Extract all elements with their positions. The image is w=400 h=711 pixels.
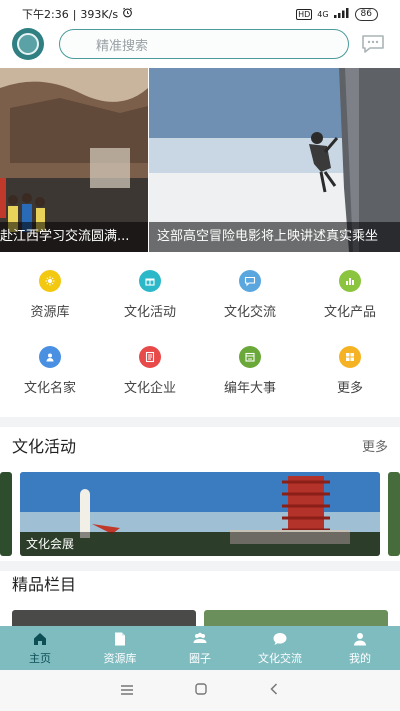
tab-label: 资源库	[103, 651, 137, 665]
tab-label: 圈子	[189, 651, 211, 665]
category-label: 文化企业	[123, 381, 176, 396]
category-cultural-activities[interactable]: 文化活动	[100, 262, 200, 338]
alarm-icon	[122, 7, 133, 21]
document-icon	[139, 346, 161, 368]
category-cultural-exchange[interactable]: 文化交流	[200, 262, 300, 338]
activity-section-header: 文化活动 更多	[0, 428, 400, 462]
org-logo-icon[interactable]	[12, 28, 44, 60]
network-type: 4G	[317, 9, 329, 19]
folder-icon	[39, 270, 61, 292]
category-grid: 资源库 文化活动 文化交流 文化产品 文化名家 文化企业 编年大事 更多	[0, 262, 400, 412]
featured-section-header: 精品栏目	[0, 566, 400, 600]
chat-icon	[239, 270, 261, 292]
activity-carousel[interactable]: 文化会展	[0, 472, 400, 556]
tab-label: 我的	[349, 651, 371, 665]
tab-mine[interactable]: 我的	[320, 626, 400, 670]
home-icon	[34, 632, 46, 645]
gift-icon	[139, 270, 161, 292]
system-navigation-bar	[0, 670, 400, 711]
category-cultural-masters[interactable]: 文化名家	[0, 338, 100, 414]
category-label: 文化产品	[323, 305, 376, 320]
signal-icon	[333, 7, 350, 21]
banner-slide[interactable]: 这部高空冒险电影将上映讲述真实乘坐	[149, 68, 400, 252]
status-left: 下午2:36 | 393K/s	[22, 6, 133, 22]
tab-resource-library[interactable]: 资源库	[80, 626, 160, 670]
file-icon	[115, 632, 125, 645]
banner-caption: 赴江西学习交流圆满...	[0, 222, 148, 252]
bar-chart-icon	[339, 270, 361, 292]
category-cultural-enterprises[interactable]: 文化企业	[100, 338, 200, 414]
grid-icon	[339, 346, 361, 368]
activity-card-partial[interactable]	[388, 472, 400, 556]
hd-icon: HD	[296, 8, 313, 20]
clock: 下午2:36	[22, 8, 69, 21]
activity-card-partial[interactable]	[0, 472, 12, 556]
bottom-tab-bar: 主页 资源库 圈子 文化交流 我的	[0, 626, 400, 670]
section-title: 精品栏目	[12, 575, 77, 594]
category-more[interactable]: 更多	[300, 338, 400, 414]
square-home-icon[interactable]	[194, 681, 208, 700]
search-input[interactable]: 精准搜索	[59, 29, 349, 59]
battery-indicator: 86	[354, 7, 378, 21]
activity-caption: 文化会展	[20, 532, 380, 556]
tab-cultural-exchange[interactable]: 文化交流	[240, 626, 320, 670]
banner-carousel[interactable]: 赴江西学习交流圆满... 这部高空冒险电影将上映讲述真实乘坐	[0, 68, 400, 252]
category-label: 编年大事	[223, 381, 276, 396]
category-label: 文化交流	[223, 305, 276, 320]
chat-bubble-icon[interactable]	[361, 34, 385, 54]
tab-home[interactable]: 主页	[0, 626, 80, 670]
status-right: HD 4G 86	[296, 7, 378, 21]
group-icon	[193, 632, 207, 643]
tab-circle[interactable]: 圈子	[160, 626, 240, 670]
person-icon	[39, 346, 61, 368]
banner-slide[interactable]: 赴江西学习交流圆满...	[0, 68, 148, 252]
back-arrow-icon[interactable]	[268, 681, 280, 700]
category-label: 文化活动	[123, 305, 176, 320]
tab-label: 主页	[29, 651, 51, 665]
category-label: 更多	[336, 381, 363, 396]
category-label: 资源库	[30, 305, 70, 320]
more-link[interactable]: 更多	[362, 436, 388, 455]
app-header: 精准搜索	[0, 24, 400, 64]
activity-card[interactable]: 文化会展	[20, 472, 380, 556]
category-cultural-products[interactable]: 文化产品	[300, 262, 400, 338]
network-speed: 393K/s	[80, 7, 119, 21]
category-chronicle[interactable]: 编年大事	[200, 338, 300, 414]
menu-icon[interactable]	[120, 681, 134, 700]
tab-label: 文化交流	[258, 651, 302, 665]
calendar-icon	[239, 346, 261, 368]
banner-caption: 这部高空冒险电影将上映讲述真实乘坐	[149, 222, 400, 252]
chat-icon	[273, 632, 287, 645]
category-label: 文化名家	[23, 381, 76, 396]
section-title: 文化活动	[12, 437, 77, 456]
section-divider	[0, 417, 400, 427]
user-icon	[354, 632, 366, 645]
category-resource-library[interactable]: 资源库	[0, 262, 100, 338]
